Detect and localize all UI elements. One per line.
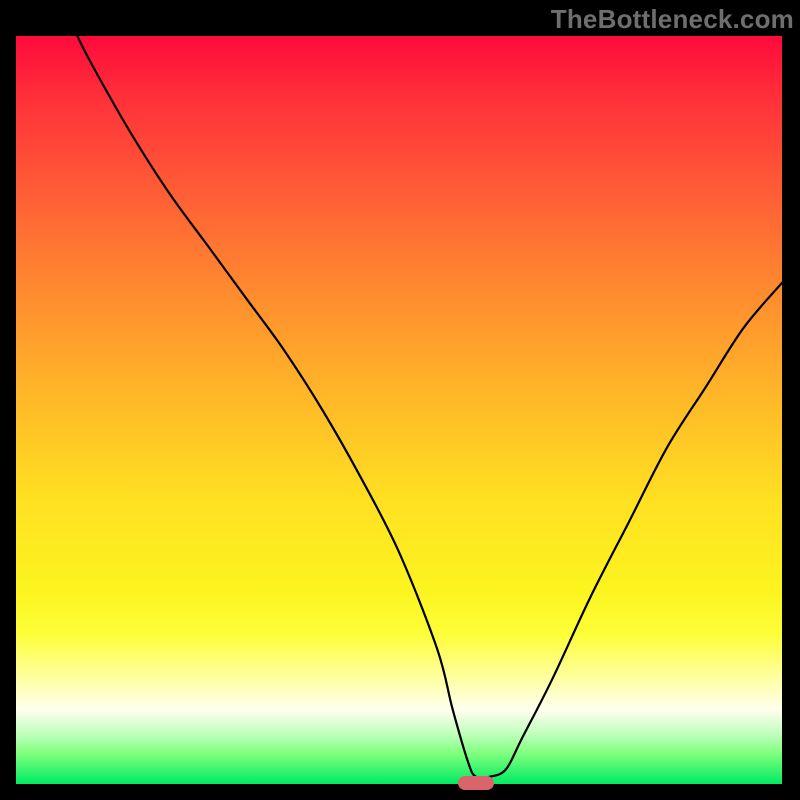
target-marker bbox=[458, 776, 494, 790]
attribution-text: TheBottleneck.com bbox=[551, 4, 794, 35]
chart-canvas: TheBottleneck.com bbox=[0, 0, 800, 800]
bottleneck-curve bbox=[16, 36, 782, 784]
plot-area bbox=[16, 36, 782, 784]
